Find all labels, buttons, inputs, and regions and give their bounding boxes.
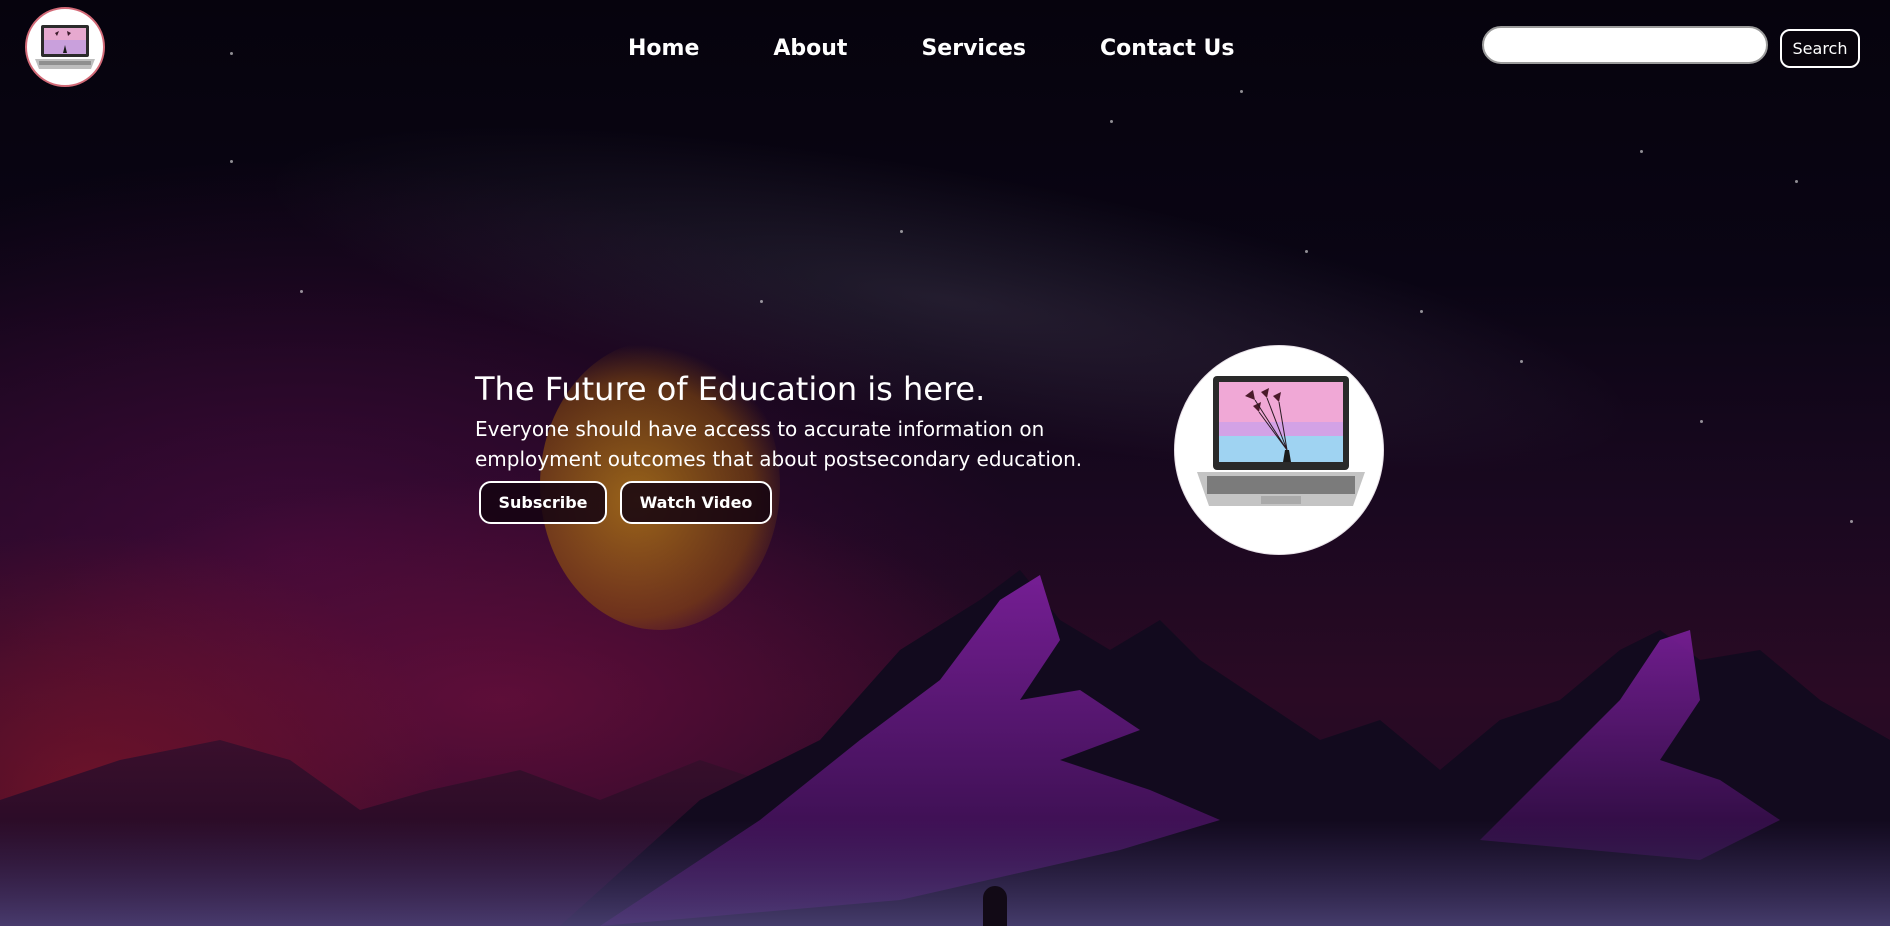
laptop-logo-icon[interactable] bbox=[25, 7, 105, 87]
hero-subtitle: Everyone should have access to accurate … bbox=[475, 417, 1083, 471]
laptop-balloons-icon bbox=[1174, 345, 1384, 555]
hero-title: The Future of Education is here. bbox=[475, 370, 986, 408]
subscribe-button[interactable]: Subscribe bbox=[479, 481, 607, 524]
nav-services[interactable]: Services bbox=[921, 36, 1026, 61]
search-button[interactable]: Search bbox=[1780, 29, 1860, 68]
search-input[interactable] bbox=[1482, 26, 1768, 64]
nav-contact-us[interactable]: Contact Us bbox=[1100, 36, 1234, 61]
watch-video-button[interactable]: Watch Video bbox=[620, 481, 772, 524]
nav-about[interactable]: About bbox=[773, 36, 847, 61]
silhouette-figure bbox=[983, 886, 1007, 926]
landing-page: Home About Services Contact Us Search Th… bbox=[0, 0, 1890, 926]
nav-home[interactable]: Home bbox=[628, 36, 699, 61]
main-nav: Home About Services Contact Us bbox=[628, 36, 1308, 61]
